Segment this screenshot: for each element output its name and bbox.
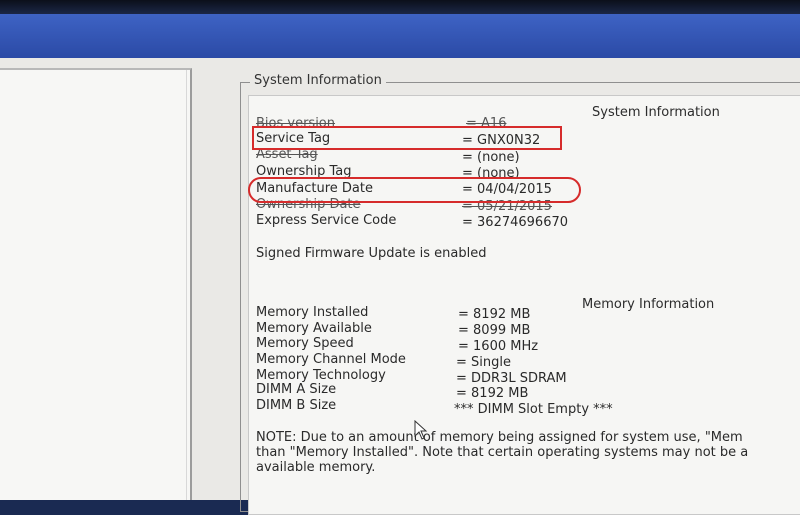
memory-technology-label: Memory Technology: [256, 368, 386, 383]
memory-note-line-3: available memory.: [256, 460, 376, 475]
firmware-update-status: Signed Firmware Update is enabled: [256, 246, 487, 261]
express-service-code-label: Express Service Code: [256, 213, 397, 228]
system-information-header: System Information: [592, 105, 720, 120]
asset-tag-value: = (none): [462, 150, 520, 165]
memory-technology-value: = DDR3L SDRAM: [456, 371, 567, 386]
memory-installed-value: = 8192 MB: [458, 307, 531, 322]
settings-tree-divider: [0, 70, 187, 500]
dimm-a-size-label: DIMM A Size: [256, 382, 337, 397]
memory-available-label: Memory Available: [256, 321, 372, 336]
settings-tree-pane[interactable]: [0, 68, 192, 500]
memory-speed-label: Memory Speed: [256, 336, 354, 351]
service-tag-highlight-box: [252, 126, 562, 150]
express-service-code-value: = 36274696670: [462, 215, 569, 230]
memory-channel-mode-label: Memory Channel Mode: [256, 352, 406, 367]
memory-note-line-1: NOTE: Due to an amount of memory being a…: [256, 430, 743, 445]
memory-available-value: = 8099 MB: [458, 323, 531, 338]
dimm-b-size-label: DIMM B Size: [256, 398, 337, 413]
memory-note-line-2: than "Memory Installed". Note that certa…: [256, 445, 749, 460]
monitor-bezel: [0, 0, 800, 14]
memory-information-header: Memory Information: [582, 297, 715, 312]
dimm-a-size-value: = 8192 MB: [456, 386, 529, 401]
memory-speed-value: = 1600 MHz: [458, 339, 539, 354]
dimm-b-size-value: *** DIMM Slot Empty ***: [454, 402, 613, 417]
system-information-group-title: System Information: [250, 73, 386, 88]
memory-channel-mode-value: = Single: [456, 355, 511, 370]
mouse-pointer-icon: [414, 420, 428, 440]
window-title-bar: [0, 14, 800, 58]
manufacture-date-highlight-oval: [248, 177, 581, 203]
memory-installed-label: Memory Installed: [256, 305, 369, 320]
